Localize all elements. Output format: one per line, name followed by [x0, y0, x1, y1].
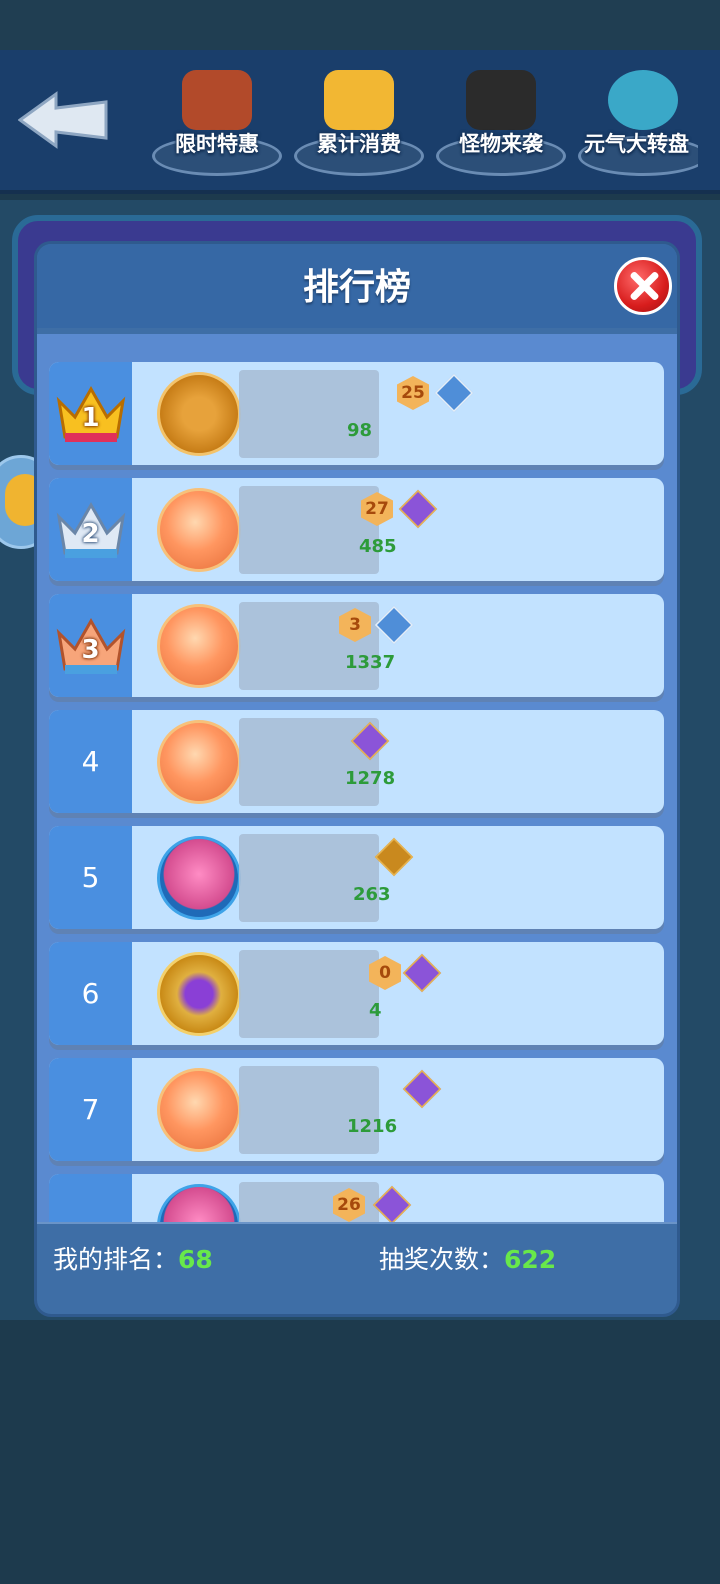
rank-emblem-icon [398, 489, 438, 529]
tab-lucky-wheel[interactable]: 元气大转盘 [578, 70, 698, 180]
ranking-row: 6 0 4 [49, 942, 664, 1045]
rank-cell: 6 [49, 942, 132, 1045]
player-avatar[interactable] [157, 372, 241, 456]
close-button[interactable] [614, 257, 672, 315]
draw-count: 抽奖次数：622 [379, 1240, 556, 1276]
rank-number: 1 [81, 402, 100, 433]
player-score: 1216 [347, 1116, 398, 1137]
rank-cell: 4 [49, 710, 132, 813]
player-score: 98 [347, 420, 373, 441]
ranking-row: 8 26 [49, 1174, 664, 1224]
player-name-redacted [239, 718, 379, 806]
player-avatar[interactable] [157, 604, 241, 688]
rank-number: 5 [81, 861, 100, 894]
my-rank-label: 我的排名： [53, 1245, 179, 1274]
rank-cell: 3 [49, 594, 132, 697]
player-score: 263 [353, 884, 391, 905]
treasure-chest-icon [182, 70, 252, 130]
player-score: 485 [359, 536, 397, 557]
rank-number: 3 [81, 634, 100, 665]
rank-emblem-icon [374, 605, 414, 645]
tab-label: 怪物来袭 [459, 132, 543, 156]
leaderboard-panel: 排行榜 1 25 98 2 27 485 3 3 1337 4 1278 5 2… [37, 244, 677, 1314]
tab-monster-attack[interactable]: 怪物来袭 [436, 70, 566, 180]
player-score: 1337 [345, 652, 396, 673]
player-avatar[interactable] [157, 720, 241, 804]
panel-title: 排行榜 [302, 267, 411, 308]
rank-emblem-icon [434, 373, 474, 413]
rank-emblem-icon [402, 953, 442, 993]
player-name-redacted [239, 834, 379, 922]
my-rank-value: 68 [178, 1245, 213, 1274]
player-name-redacted [239, 1066, 379, 1154]
bronze-crown-icon: 3 [55, 615, 127, 677]
player-avatar[interactable] [157, 1184, 241, 1224]
rank-number: 7 [81, 1093, 100, 1126]
player-name-redacted [239, 370, 379, 458]
rank-number: 6 [81, 977, 100, 1010]
status-strip [0, 0, 720, 50]
ranking-row: 1 25 98 [49, 362, 664, 465]
gold-crown-icon: 1 [55, 383, 127, 445]
tab-label: 累计消费 [317, 132, 401, 156]
player-score: 1278 [345, 768, 396, 789]
gold-box-icon [324, 70, 394, 130]
rank-cell: 7 [49, 1058, 132, 1161]
draw-count-value: 622 [504, 1245, 557, 1274]
rank-number: 2 [81, 518, 100, 549]
tab-cumulative-spend[interactable]: 累计消费 [294, 70, 424, 180]
ranking-row: 2 27 485 [49, 478, 664, 581]
tab-label: 限时特惠 [175, 132, 259, 156]
ranking-row: 4 1278 [49, 710, 664, 813]
player-name-redacted [239, 486, 379, 574]
rank-number: 4 [81, 745, 100, 778]
player-name-redacted [239, 950, 379, 1038]
tab-label: 元气大转盘 [584, 132, 689, 156]
draw-count-label: 抽奖次数： [379, 1245, 505, 1274]
silver-crown-icon: 2 [55, 499, 127, 561]
player-score: 4 [369, 1000, 382, 1021]
player-avatar[interactable] [157, 952, 241, 1036]
footer-divider [37, 1222, 677, 1224]
rank-cell: 5 [49, 826, 132, 929]
rank-emblem-icon [402, 1069, 442, 1109]
player-avatar[interactable] [157, 1068, 241, 1152]
rank-cell: 1 [49, 362, 132, 465]
rank-cell: 2 [49, 478, 132, 581]
ranking-list[interactable]: 1 25 98 2 27 485 3 3 1337 4 1278 5 263 6… [37, 334, 677, 1224]
wheel-icon [608, 70, 678, 130]
player-avatar[interactable] [157, 488, 241, 572]
ranking-row: 5 263 [49, 826, 664, 929]
back-arrow-icon[interactable] [18, 90, 110, 150]
panel-header: 排行榜 [37, 244, 677, 328]
ranking-row: 7 1216 [49, 1058, 664, 1161]
monster-icon [466, 70, 536, 130]
ranking-row: 3 3 1337 [49, 594, 664, 697]
rank-cell: 8 [49, 1174, 132, 1224]
level-badge: 25 [397, 376, 429, 410]
tab-limited-offer[interactable]: 限时特惠 [152, 70, 282, 180]
my-rank: 我的排名：68 [53, 1240, 213, 1276]
rank-emblem-icon [374, 837, 414, 877]
player-avatar[interactable] [157, 836, 241, 920]
